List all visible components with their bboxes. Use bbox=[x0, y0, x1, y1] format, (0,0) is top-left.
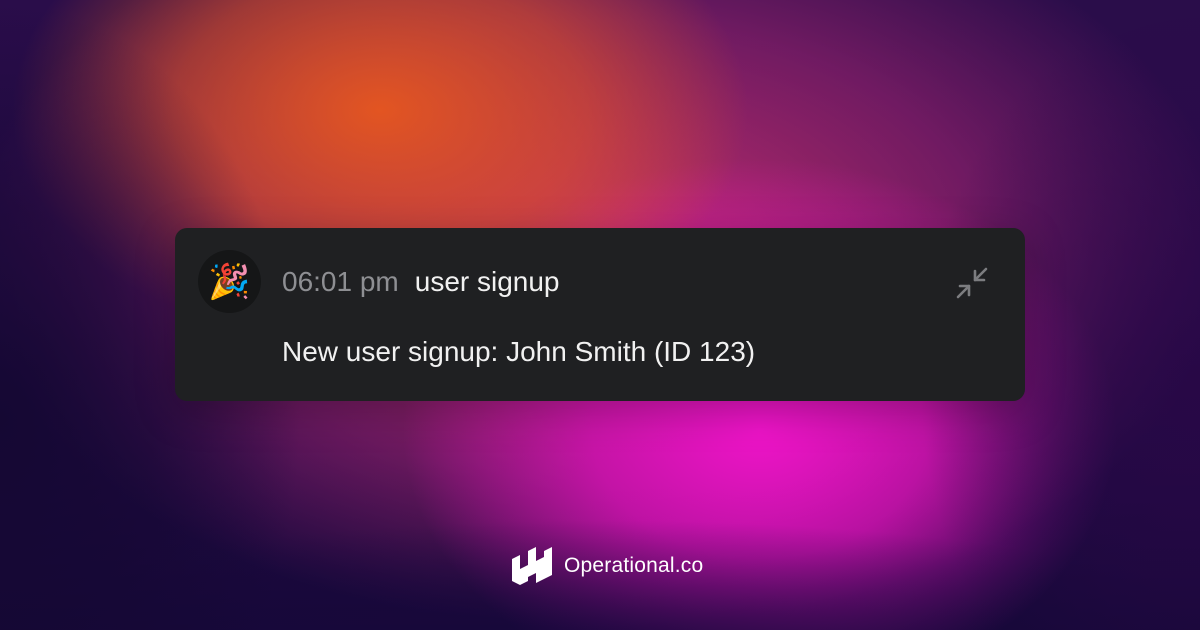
notification-card[interactable]: 🎉 06:01 pm user signup New user signup: … bbox=[175, 228, 1025, 401]
collapse-arrows-icon bbox=[956, 267, 988, 299]
notification-event-name: user signup bbox=[414, 266, 560, 297]
brand-footer[interactable]: Operational.co bbox=[512, 547, 703, 585]
operational-logo-icon bbox=[512, 547, 552, 585]
party-popper-icon: 🎉 bbox=[198, 250, 261, 313]
brand-name: Operational.co bbox=[564, 554, 704, 577]
collapse-button[interactable] bbox=[952, 263, 992, 303]
avatar-glyph: 🎉 bbox=[208, 262, 251, 301]
notification-header: 06:01 pm user signup bbox=[282, 264, 560, 300]
notification-time: 06:01 pm bbox=[282, 266, 399, 297]
notification-message: New user signup: John Smith (ID 123) bbox=[282, 336, 756, 367]
